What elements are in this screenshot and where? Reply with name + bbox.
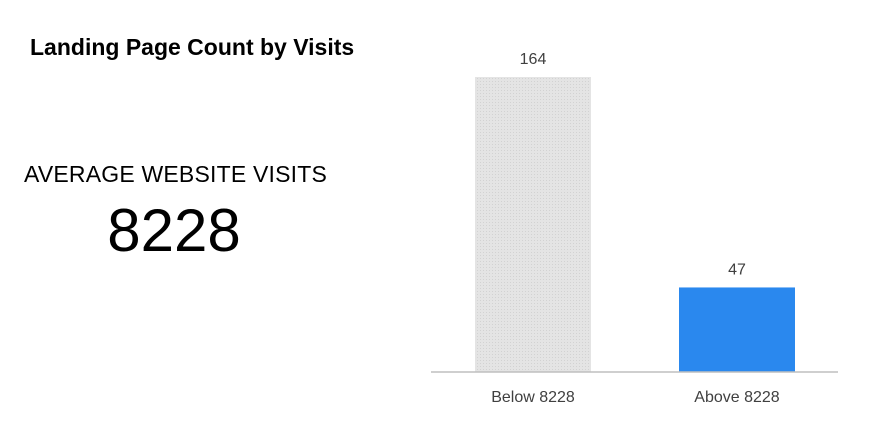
data-label-below: 164 bbox=[520, 51, 547, 68]
data-label-above: 47 bbox=[728, 261, 746, 278]
bar-chart: 164 Below 8228 47 Above 8228 bbox=[431, 51, 838, 406]
bar-below bbox=[475, 77, 591, 372]
category-label-below: Below 8228 bbox=[491, 389, 575, 406]
bar-above bbox=[679, 287, 795, 372]
category-label-above: Above 8228 bbox=[694, 389, 780, 406]
